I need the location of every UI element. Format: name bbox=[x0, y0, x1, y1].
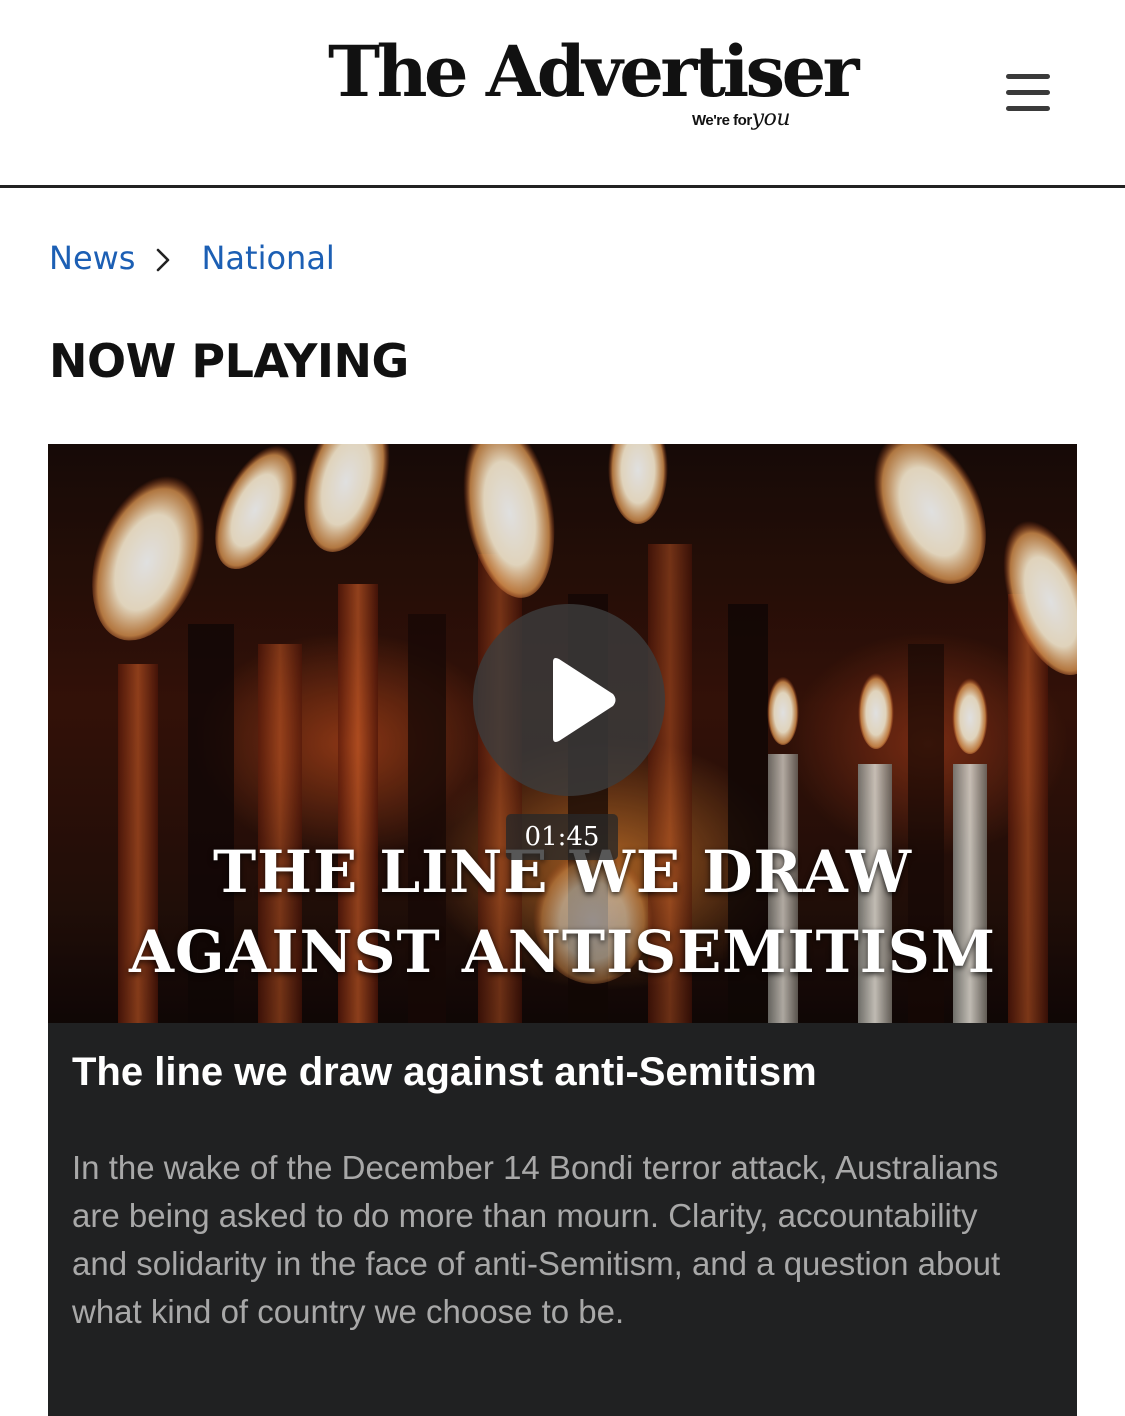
play-icon bbox=[553, 658, 616, 742]
video-heading[interactable]: The line we draw against anti-Semitism bbox=[72, 1048, 1052, 1096]
video-description: In the wake of the December 14 Bondi ter… bbox=[72, 1149, 1001, 1330]
video-thumbnail[interactable]: THE LINE WE DRAW AGAINST ANTISEMITISM 01… bbox=[48, 444, 1077, 1023]
play-button[interactable] bbox=[473, 604, 665, 796]
chevron-right-icon bbox=[135, 236, 201, 280]
site-header: The Advertiser We're foryou bbox=[0, 0, 1125, 188]
site-logo[interactable]: The Advertiser We're foryou bbox=[328, 30, 860, 140]
logo-wordmark: The Advertiser bbox=[328, 30, 860, 113]
thumbnail-title-line2: AGAINST ANTISEMITISM bbox=[128, 918, 997, 986]
video-card: THE LINE WE DRAW AGAINST ANTISEMITISM 01… bbox=[48, 444, 1077, 1416]
section-title: NOW PLAYING bbox=[49, 334, 409, 388]
breadcrumb-news[interactable]: News bbox=[49, 239, 135, 277]
breadcrumb-national[interactable]: National bbox=[201, 239, 334, 277]
video-duration: 01:45 bbox=[506, 814, 618, 860]
breadcrumb: News National bbox=[49, 236, 335, 280]
logo-tagline: We're foryou bbox=[692, 106, 790, 131]
tagline-prefix: We're for bbox=[692, 112, 752, 129]
hamburger-menu-icon[interactable] bbox=[1006, 72, 1050, 114]
tagline-script: you bbox=[751, 106, 791, 131]
